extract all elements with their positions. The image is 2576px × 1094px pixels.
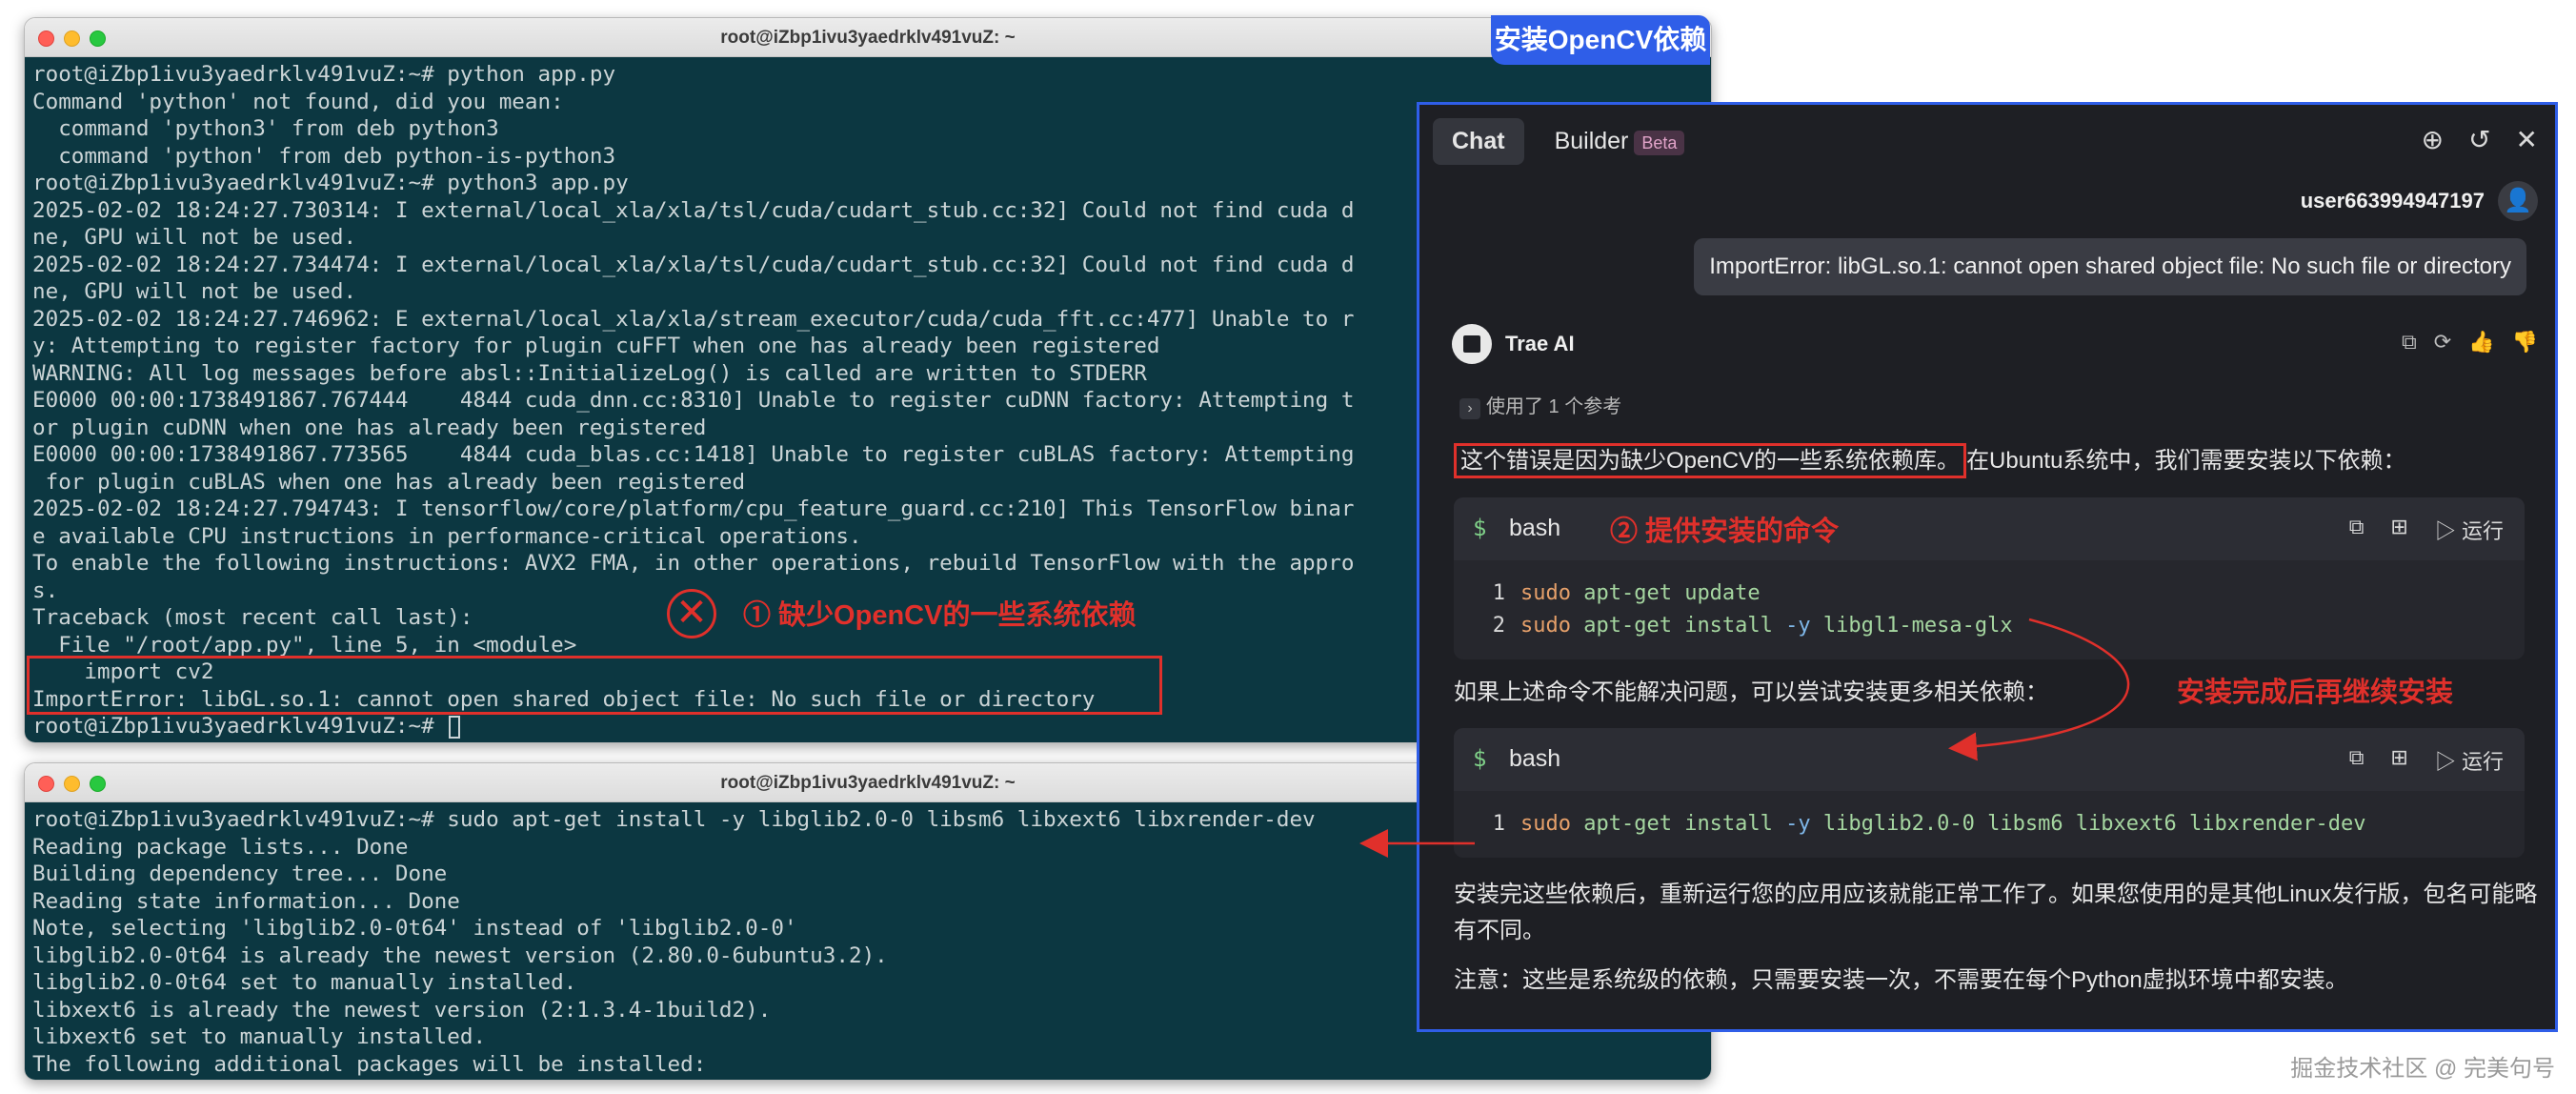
watermark: 掘金技术社区 @ 完美句号 <box>2290 1056 2555 1082</box>
terminal-titlebar: root@iZbp1ivu3yaedrklv491vuZ: ~ <box>25 18 1711 57</box>
ai-message-actions: ⧉ ⟳ 👍 👎 <box>2402 330 2538 355</box>
copy-code-icon[interactable]: ⧉ <box>2349 515 2365 545</box>
error-highlight-box <box>27 656 1162 715</box>
line-number: 2 <box>1492 614 1505 638</box>
beta-badge: Beta <box>1634 131 1685 155</box>
code-token: apt-get update <box>1583 581 1761 605</box>
code-token: sudo <box>1520 581 1584 605</box>
code-token: libgl1-mesa-glx <box>1822 614 2013 638</box>
code-token: sudo <box>1520 812 1584 836</box>
code-line: 1 sudo apt-get install -y libglib2.0-0 li… <box>1454 808 2525 841</box>
code-token: -y <box>1785 812 1823 836</box>
tab-chat[interactable]: Chat <box>1433 118 1524 165</box>
terminal-line: root@iZbp1ivu3yaedrklv491vuZ:~# python a… <box>32 62 616 87</box>
terminal-cursor <box>449 715 461 739</box>
copy-code-icon[interactable]: ⧉ <box>2349 745 2365 776</box>
run-button[interactable]: ▷ 运行 <box>2435 745 2504 776</box>
ai-name: Trae AI <box>1505 332 1575 355</box>
line-number: 1 <box>1492 581 1505 605</box>
run-button[interactable]: ▷ 运行 <box>2435 515 2504 545</box>
chevron-right-icon: › <box>1459 398 1480 419</box>
ai-header: Trae AI <box>1452 324 1575 364</box>
insert-code-icon[interactable]: ⊞ <box>2390 745 2407 776</box>
error-x-icon: ✕ <box>667 589 716 638</box>
highlighted-cause: 这个错误是因为缺少OpenCV的一些系统依赖库。 <box>1454 443 1967 478</box>
answer-paragraph-4: 注意：这些是系统级的依赖，只需要安装一次，不需要在每个Python虚拟环境中都安… <box>1454 967 2348 993</box>
reference-toggle[interactable]: › 使用了 1 个参考 <box>1459 391 1621 419</box>
shell-icon: $ <box>1473 515 1487 541</box>
code-header: $ bash ⧉ ⊞ ▷ 运行 <box>1454 728 2525 791</box>
user-message: ImportError: libGL.so.1: cannot open sha… <box>1694 238 2526 295</box>
answer-paragraph-1: 这个错误是因为缺少OpenCV的一些系统依赖库。 在Ubuntu系统中，我们需要安… <box>1454 443 2405 479</box>
continue-install-annotation: 安装完成后再继续安装 <box>2177 678 2454 708</box>
terminal-line: The following additional packages will b… <box>32 1051 707 1077</box>
code-line: 1 sudo apt-get update <box>1454 577 2525 610</box>
copy-icon[interactable]: ⧉ <box>2402 330 2417 355</box>
answer-paragraph-2: 如果上述命令不能解决问题，可以尝试安装更多相关依赖： <box>1454 679 2048 705</box>
missing-deps-annotation: ① 缺少OpenCV的一些系统依赖 <box>743 600 1137 631</box>
code-actions: ⧉ ⊞ ▷ 运行 <box>2349 745 2504 776</box>
chat-tabs: Chat Builder Beta <box>1433 118 1703 165</box>
code-token: apt-get install <box>1583 812 1786 836</box>
answer-paragraph-3: 安装完这些依赖后，重新运行您的应用应该就能正常工作了。如果您使用的是其他Linu… <box>1454 881 2538 943</box>
close-icon[interactable]: ✕ <box>2516 124 2538 155</box>
code-language: bash <box>1509 745 1561 772</box>
history-icon[interactable]: ↺ <box>2468 124 2490 155</box>
username: user663994947197 <box>2300 189 2485 213</box>
code-token: -y <box>1785 614 1823 638</box>
code-token: libglib2.0-0 libsm6 libxext6 libxrender-… <box>1822 812 2366 836</box>
user-avatar-icon: 👤 <box>2498 181 2538 221</box>
trae-logo-icon <box>1452 324 1492 364</box>
regenerate-icon[interactable]: ⟳ <box>2434 330 2451 355</box>
chat-toolbar: ⊕ ↺ ✕ <box>2422 124 2538 155</box>
trae-chat-panel: Chat Builder Beta ⊕ ↺ ✕ user663994947197 … <box>1417 102 2558 1032</box>
code-token: sudo <box>1520 614 1584 638</box>
shell-icon: $ <box>1473 745 1487 772</box>
new-chat-icon[interactable]: ⊕ <box>2422 124 2444 155</box>
user-row: user663994947197 👤 <box>2301 181 2538 221</box>
line-number: 1 <box>1492 812 1505 836</box>
thumbs-up-icon[interactable]: 👍 <box>2468 330 2494 355</box>
provided-cmd-annotation: ② 提供安装的命令 <box>1610 517 1840 547</box>
tab-builder[interactable]: Builder Beta <box>1536 118 1704 165</box>
code-block-2: $ bash ⧉ ⊞ ▷ 运行 1 sudo apt-get install -y… <box>1454 728 2525 858</box>
code-body[interactable]: 1 sudo apt-get update 2 sudo apt-get instal… <box>1454 560 2525 654</box>
install-opencv-tag: 安装OpenCV依赖 <box>1491 15 1710 65</box>
code-token: apt-get install <box>1583 614 1786 638</box>
code-body[interactable]: 1 sudo apt-get install -y libglib2.0-0 li… <box>1454 791 2525 852</box>
code-actions: ⧉ ⊞ ▷ 运行 <box>2349 515 2504 545</box>
code-line: 2 sudo apt-get install -y libgl1-mesa-glx <box>1454 610 2525 642</box>
thumbs-down-icon[interactable]: 👎 <box>2512 330 2538 355</box>
code-language: bash <box>1509 515 1561 541</box>
window-title: root@iZbp1ivu3yaedrklv491vuZ: ~ <box>720 28 1016 48</box>
insert-code-icon[interactable]: ⊞ <box>2390 515 2407 545</box>
